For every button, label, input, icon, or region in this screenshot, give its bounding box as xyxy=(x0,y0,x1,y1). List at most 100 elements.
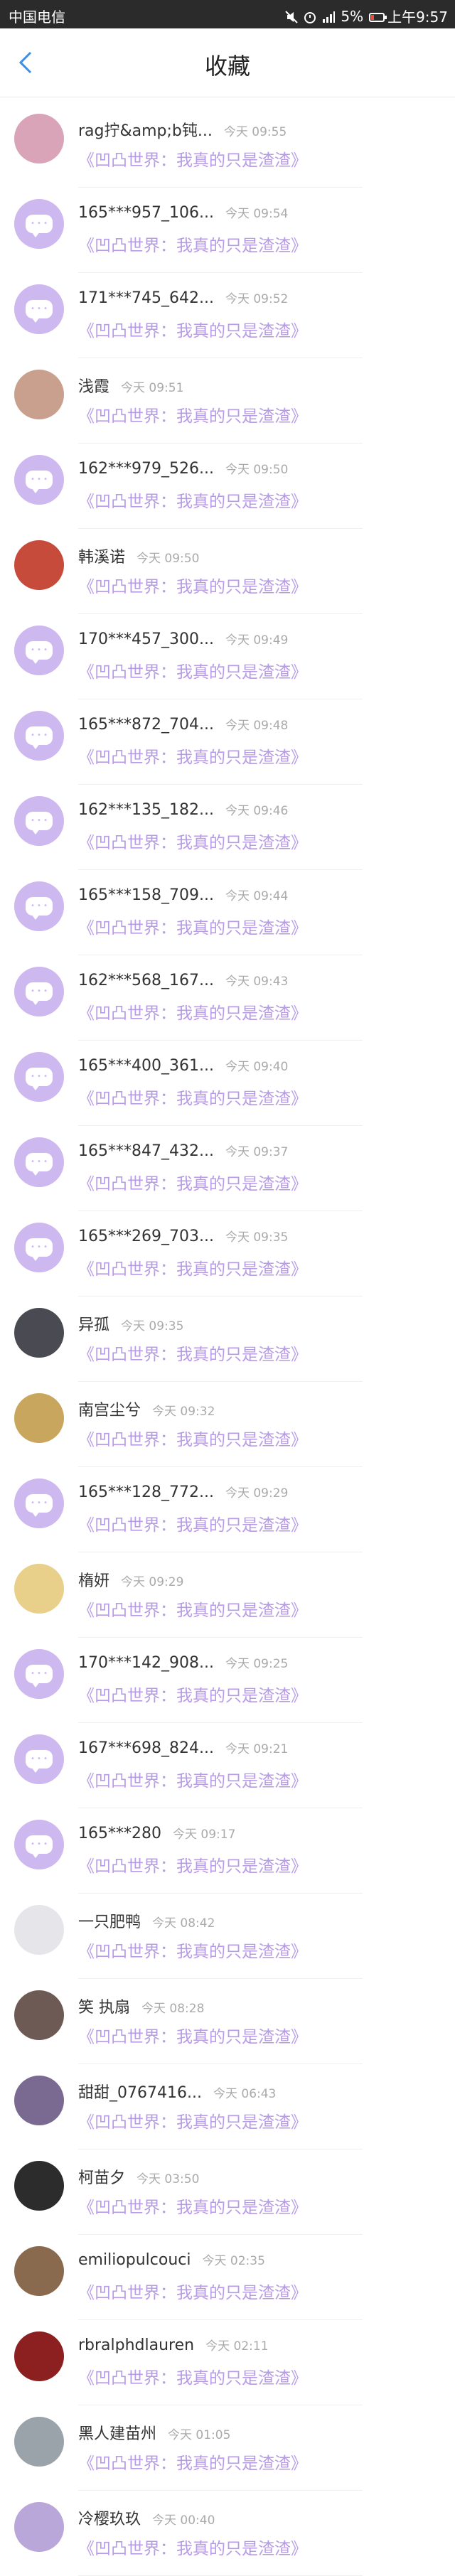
list-item[interactable]: 冷樱玖玖 今天 00:40 《凹凸世界：我真的只是渣渣》 xyxy=(0,2491,455,2576)
list-item[interactable]: 黑人建苗州 今天 01:05 《凹凸世界：我真的只是渣渣》 xyxy=(0,2405,455,2491)
list-item[interactable]: • • • 165***847_432... 今天 09:37 《凹凸世界：我真的只是… xyxy=(0,1126,455,1211)
message-avatar-icon[interactable]: • • • xyxy=(14,455,64,505)
book-title[interactable]: 《凹凸世界：我真的只是渣渣》 xyxy=(78,488,307,512)
timestamp: 今天 01:05 xyxy=(168,2428,231,2442)
user-name-text: rag拧&amp;b钝... xyxy=(78,122,213,140)
book-title[interactable]: 《凹凸世界：我真的只是渣渣》 xyxy=(78,2279,307,2303)
message-avatar-icon[interactable]: • • • xyxy=(14,1137,64,1187)
message-avatar-icon[interactable]: • • • xyxy=(14,626,64,675)
message-avatar-icon[interactable]: • • • xyxy=(14,1649,64,1699)
timestamp: 今天 02:11 xyxy=(205,2339,269,2354)
timestamp: 今天 09:51 xyxy=(121,381,184,395)
list-item[interactable]: 异孤 今天 09:35 《凹凸世界：我真的只是渣渣》 xyxy=(0,1297,455,1382)
list-item[interactable]: • • • 165***128_772... 今天 09:29 《凹凸世界：我真的只是… xyxy=(0,1467,455,1552)
message-avatar-icon[interactable]: • • • xyxy=(14,1052,64,1102)
list-item[interactable]: 南宫尘兮 今天 09:32 《凹凸世界：我真的只是渣渣》 xyxy=(0,1382,455,1467)
book-title[interactable]: 《凹凸世界：我真的只是渣渣》 xyxy=(78,2364,307,2388)
user-name-text: 165***269_703... xyxy=(78,1228,214,1245)
book-title[interactable]: 《凹凸世界：我真的只是渣渣》 xyxy=(78,1596,307,1621)
list-item[interactable]: rag拧&amp;b钝... 今天 09:55 《凹凸世界：我真的只是渣渣》 xyxy=(0,102,455,188)
user-avatar[interactable] xyxy=(14,1564,64,1614)
message-avatar-icon[interactable]: • • • xyxy=(14,796,64,846)
user-avatar[interactable] xyxy=(14,2502,64,2552)
list-item[interactable]: rbralphdlauren 今天 02:11 《凹凸世界：我真的只是渣渣》 xyxy=(0,2320,455,2405)
book-title[interactable]: 《凹凸世界：我真的只是渣渣》 xyxy=(78,1767,307,1791)
book-title[interactable]: 《凹凸世界：我真的只是渣渣》 xyxy=(78,1426,307,1450)
list-item[interactable]: • • • 165***957_106... 今天 09:54 《凹凸世界：我真的只是… xyxy=(0,188,455,273)
list-item[interactable]: • • • 170***457_300... 今天 09:49 《凹凸世界：我真的只是… xyxy=(0,614,455,699)
list-item[interactable]: 甜甜_0767416... 今天 06:43 《凹凸世界：我真的只是渣渣》 xyxy=(0,2064,455,2150)
timestamp: 今天 09:52 xyxy=(225,292,289,306)
user-avatar[interactable] xyxy=(14,2331,64,2381)
message-avatar-icon[interactable]: • • • xyxy=(14,284,64,334)
user-avatar[interactable] xyxy=(14,2161,64,2211)
user-name: 165***158_709... 今天 09:44 xyxy=(78,886,288,904)
list-item[interactable]: • • • 162***568_167... 今天 09:43 《凹凸世界：我真的只是… xyxy=(0,955,455,1041)
timestamp: 今天 09:43 xyxy=(225,975,289,989)
book-title[interactable]: 《凹凸世界：我真的只是渣渣》 xyxy=(78,2535,307,2559)
message-avatar-icon[interactable]: • • • xyxy=(14,1478,64,1528)
book-title[interactable]: 《凹凸世界：我真的只是渣渣》 xyxy=(78,1085,307,1109)
user-avatar[interactable] xyxy=(14,2417,64,2467)
list-item[interactable]: • • • 165***872_704... 今天 09:48 《凹凸世界：我真的只是… xyxy=(0,699,455,785)
book-title[interactable]: 《凹凸世界：我真的只是渣渣》 xyxy=(78,999,307,1024)
book-title[interactable]: 《凹凸世界：我真的只是渣渣》 xyxy=(78,2194,307,2218)
user-avatar[interactable] xyxy=(14,370,64,419)
list-item[interactable]: emiliopulcouci 今天 02:35 《凹凸世界：我真的只是渣渣》 xyxy=(0,2235,455,2320)
list-item[interactable]: 笑 执扇 今天 08:28 《凹凸世界：我真的只是渣渣》 xyxy=(0,1979,455,2064)
list-item[interactable]: • • • 162***135_182... 今天 09:46 《凹凸世界：我真的只是… xyxy=(0,785,455,870)
list-item[interactable]: • • • 165***269_703... 今天 09:35 《凹凸世界：我真的只是… xyxy=(0,1211,455,1297)
user-avatar[interactable] xyxy=(14,1308,64,1358)
user-avatar[interactable] xyxy=(14,540,64,590)
list-item[interactable]: • • • 170***142_908... 今天 09:25 《凹凸世界：我真的只是… xyxy=(0,1638,455,1723)
timestamp: 今天 09:50 xyxy=(225,463,289,477)
list-item[interactable]: • • • 167***698_824... 今天 09:21 《凹凸世界：我真的只是… xyxy=(0,1723,455,1808)
message-avatar-icon[interactable]: • • • xyxy=(14,711,64,761)
user-avatar[interactable] xyxy=(14,1990,64,2040)
list-item[interactable]: • • • 162***979_526... 今天 09:50 《凹凸世界：我真的只是… xyxy=(0,444,455,529)
user-name: 楕妍 今天 09:29 xyxy=(78,1568,183,1591)
book-title[interactable]: 《凹凸世界：我真的只是渣渣》 xyxy=(78,2108,307,2132)
message-avatar-icon[interactable]: • • • xyxy=(14,967,64,1016)
book-title[interactable]: 《凹凸世界：我真的只是渣渣》 xyxy=(78,1341,307,1365)
user-avatar[interactable] xyxy=(14,1905,64,1955)
message-avatar-icon[interactable]: • • • xyxy=(14,1734,64,1784)
chat-bubble-icon: • • • xyxy=(26,215,53,237)
book-title[interactable]: 《凹凸世界：我真的只是渣渣》 xyxy=(78,744,307,768)
list-item[interactable]: • • • 165***158_709... 今天 09:44 《凹凸世界：我真的只是… xyxy=(0,870,455,955)
book-title[interactable]: 《凹凸世界：我真的只是渣渣》 xyxy=(78,2449,307,2474)
book-title[interactable]: 《凹凸世界：我真的只是渣渣》 xyxy=(78,402,307,426)
message-avatar-icon[interactable]: • • • xyxy=(14,881,64,931)
book-title[interactable]: 《凹凸世界：我真的只是渣渣》 xyxy=(78,829,307,853)
list-item[interactable]: 浅霞 今天 09:51 《凹凸世界：我真的只是渣渣》 xyxy=(0,358,455,444)
book-title[interactable]: 《凹凸世界：我真的只是渣渣》 xyxy=(78,1511,307,1535)
user-avatar[interactable] xyxy=(14,2246,64,2296)
user-avatar[interactable] xyxy=(14,2076,64,2125)
book-title[interactable]: 《凹凸世界：我真的只是渣渣》 xyxy=(78,1852,307,1877)
book-title[interactable]: 《凹凸世界：我真的只是渣渣》 xyxy=(78,2023,307,2047)
list-item[interactable]: • • • 165***280 今天 09:17 《凹凸世界：我真的只是渣渣》 xyxy=(0,1808,455,1894)
user-name: 171***745_642... 今天 09:52 xyxy=(78,289,288,307)
list-item[interactable]: 柯苗夕 今天 03:50 《凹凸世界：我真的只是渣渣》 xyxy=(0,2150,455,2235)
list-item[interactable]: 一只肥鸭 今天 08:42 《凹凸世界：我真的只是渣渣》 xyxy=(0,1894,455,1979)
message-avatar-icon[interactable]: • • • xyxy=(14,1820,64,1869)
book-title[interactable]: 《凹凸世界：我真的只是渣渣》 xyxy=(78,1682,307,1706)
list-item[interactable]: • • • 165***400_361... 今天 09:40 《凹凸世界：我真的只是… xyxy=(0,1041,455,1126)
book-title[interactable]: 《凹凸世界：我真的只是渣渣》 xyxy=(78,1938,307,1962)
book-title[interactable]: 《凹凸世界：我真的只是渣渣》 xyxy=(78,658,307,682)
list-item[interactable]: 韩溪诺 今天 09:50 《凹凸世界：我真的只是渣渣》 xyxy=(0,529,455,614)
book-title[interactable]: 《凹凸世界：我真的只是渣渣》 xyxy=(78,1255,307,1279)
book-title[interactable]: 《凹凸世界：我真的只是渣渣》 xyxy=(78,232,307,256)
list-item[interactable]: 楕妍 今天 09:29 《凹凸世界：我真的只是渣渣》 xyxy=(0,1552,455,1638)
message-avatar-icon[interactable]: • • • xyxy=(14,199,64,249)
book-title[interactable]: 《凹凸世界：我真的只是渣渣》 xyxy=(78,317,307,341)
user-avatar[interactable] xyxy=(14,114,64,163)
book-title[interactable]: 《凹凸世界：我真的只是渣渣》 xyxy=(78,573,307,597)
book-title[interactable]: 《凹凸世界：我真的只是渣渣》 xyxy=(78,914,307,938)
user-avatar[interactable] xyxy=(14,1393,64,1443)
book-title[interactable]: 《凹凸世界：我真的只是渣渣》 xyxy=(78,146,307,171)
message-avatar-icon[interactable]: • • • xyxy=(14,1223,64,1272)
book-title[interactable]: 《凹凸世界：我真的只是渣渣》 xyxy=(78,1170,307,1194)
user-name-text: 170***142_908... xyxy=(78,1654,214,1672)
list-item[interactable]: • • • 171***745_642... 今天 09:52 《凹凸世界：我真的只是… xyxy=(0,273,455,358)
